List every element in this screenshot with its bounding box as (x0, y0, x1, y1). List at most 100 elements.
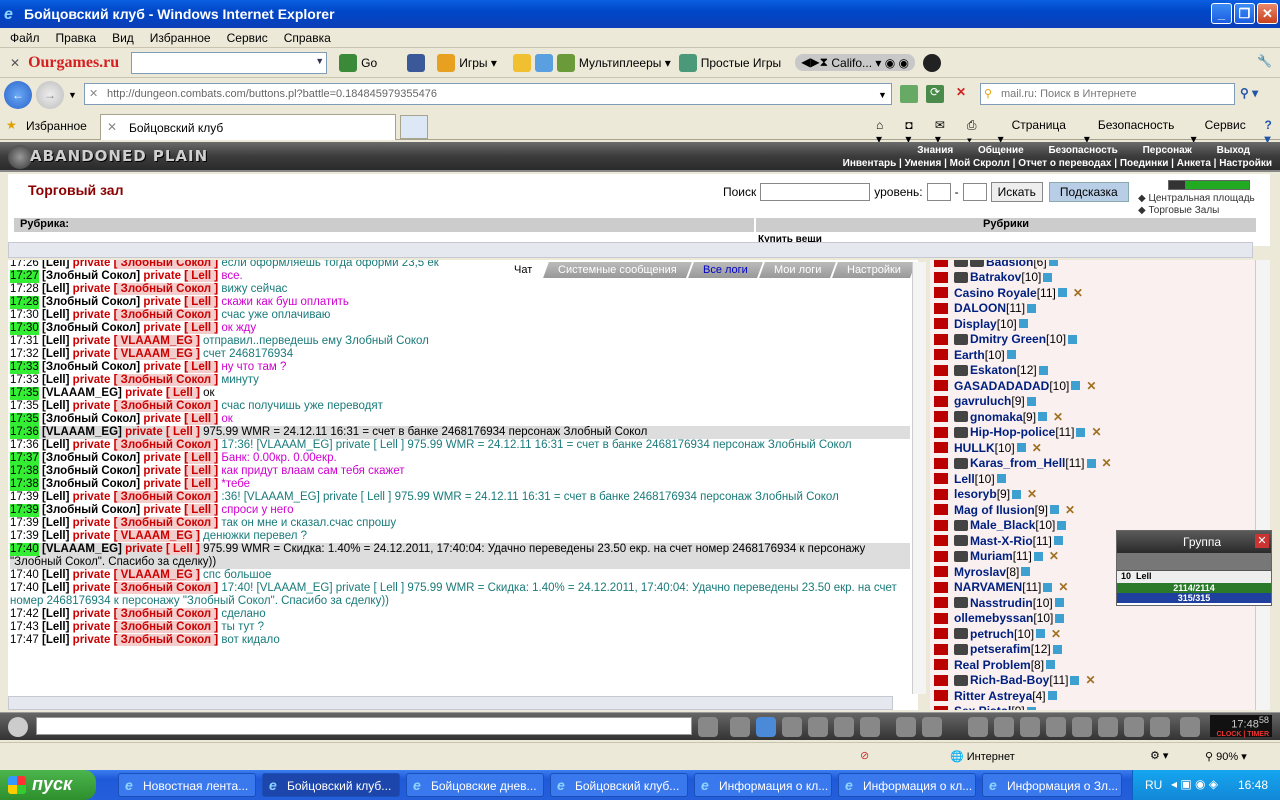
info-icon[interactable] (1086, 458, 1096, 468)
menu-help[interactable]: Справка (284, 31, 331, 45)
message-time[interactable]: 17:28 (10, 296, 39, 309)
battle-icon[interactable]: ✕ (1091, 425, 1101, 439)
popup-blocker-icon[interactable]: ⊘ (860, 749, 869, 762)
chat-scrollbar[interactable] (912, 262, 926, 694)
message-recipient[interactable]: [ Злобный Сокол ] (113, 439, 219, 451)
clan-emblem-icon[interactable] (954, 271, 968, 283)
player-row[interactable]: Eskaton [12] (930, 363, 1255, 379)
back-button[interactable]: ← (4, 81, 32, 109)
task-combats-active[interactable]: Бойцовский клуб... (262, 773, 400, 797)
private-message-icon[interactable] (934, 581, 948, 593)
message-time[interactable]: 17:40 (10, 543, 39, 556)
message-sender[interactable]: [Злобный Сокол] (42, 322, 140, 334)
info-icon[interactable] (1016, 443, 1026, 453)
player-name[interactable]: Ritter Astreya (954, 689, 1032, 703)
info-icon[interactable] (1027, 303, 1037, 313)
info-icon[interactable] (1026, 396, 1036, 406)
private-message-icon[interactable] (934, 260, 948, 268)
message-recipient[interactable]: [ Lell ] (165, 543, 200, 555)
message-recipient[interactable]: [ Злобный Сокол ] (113, 260, 219, 269)
info-icon[interactable] (1068, 334, 1078, 344)
message-sender[interactable]: [Lell] (42, 309, 69, 321)
search-button[interactable]: Искать (990, 182, 1043, 202)
private-message-icon[interactable] (934, 504, 948, 516)
message-recipient[interactable]: [ Злобный Сокол ] (113, 283, 219, 295)
player-row[interactable]: Display [10] (930, 316, 1255, 332)
clan-emblem-icon[interactable] (954, 364, 968, 376)
language-indicator[interactable]: RU (1145, 778, 1162, 792)
tray-icons[interactable]: ◂ ▣ ◉ ◈ (1171, 777, 1218, 791)
message-sender[interactable]: [Lell] (42, 621, 69, 633)
info-icon[interactable] (1038, 365, 1048, 375)
link-central-square[interactable]: Центральная площадь (1148, 193, 1254, 204)
multiplayer-button[interactable]: Мультиплееры ▾ (512, 53, 671, 72)
stop-icon[interactable]: ✕ (952, 85, 970, 103)
player-name[interactable]: Karas_from_Hell (970, 456, 1065, 470)
player-name[interactable]: Mast-X-Rio (970, 534, 1033, 548)
player-row[interactable]: Dmitry Green [10] (930, 332, 1255, 348)
media-player[interactable]: ◀▶⧗ Califo... ▾ ◉ ◉ (795, 54, 916, 71)
favorites-button[interactable]: Избранное (26, 119, 87, 133)
search-icon[interactable]: ⚲ ▾ (1240, 86, 1258, 100)
info-icon[interactable] (1071, 381, 1081, 391)
toolbar-search-input[interactable] (131, 51, 328, 74)
refresh-icon[interactable]: ⟳ (926, 85, 944, 103)
message-sender[interactable]: [Lell] (42, 491, 69, 503)
horizontal-scrollbar[interactable] (8, 242, 1253, 258)
games-button[interactable]: Игры ▾ (437, 53, 497, 72)
history-dropdown-icon[interactable]: ▼ (68, 90, 77, 100)
bottle-icon[interactable] (968, 717, 988, 737)
private-message-icon[interactable] (934, 395, 948, 407)
shield-icon[interactable] (1072, 717, 1092, 737)
message-recipient[interactable]: [ Lell ] (165, 387, 200, 399)
menu-view[interactable]: Вид (112, 31, 134, 45)
ourgames-logo[interactable]: Ourgames.ru (28, 54, 119, 72)
player-name[interactable]: Casino Royale (954, 286, 1037, 300)
message-sender[interactable]: [Злобный Сокол] (42, 413, 140, 425)
send-icon[interactable] (698, 717, 718, 737)
tab-all-logs[interactable]: Все логи (688, 262, 763, 278)
message-time[interactable]: 17:33 (10, 361, 39, 374)
tab-my-logs[interactable]: Мои логи (758, 262, 837, 278)
private-message-icon[interactable] (934, 426, 948, 438)
private-message-icon[interactable] (934, 705, 948, 710)
info-icon[interactable] (1026, 706, 1036, 710)
message-time[interactable]: 17:36 (10, 426, 39, 439)
tab-combats[interactable]: ✕ Бойцовский клуб (100, 114, 396, 140)
message-time[interactable]: 17:35 (10, 400, 39, 413)
message-time[interactable]: 17:28 (10, 283, 39, 296)
clan-emblem-icon[interactable] (954, 643, 968, 655)
group-member[interactable]: 10 Lell (1117, 571, 1271, 583)
clan-emblem-icon[interactable] (954, 260, 968, 268)
player-name[interactable]: Male_Black (970, 518, 1035, 532)
battle-icon[interactable]: ✕ (1049, 549, 1059, 563)
message-sender[interactable]: [Lell] (42, 260, 69, 269)
player-row[interactable]: Badsion [6] (930, 260, 1255, 270)
magic-icon[interactable] (1046, 717, 1066, 737)
clan-emblem-icon[interactable] (954, 628, 968, 640)
protected-mode-icon[interactable]: ⚙ ▾ (1150, 749, 1168, 762)
message-time[interactable]: 17:37 (10, 452, 39, 465)
info-icon[interactable] (1043, 272, 1053, 282)
message-time[interactable]: 17:26 (10, 260, 39, 270)
private-message-icon[interactable] (934, 380, 948, 392)
group-close-button[interactable]: ✕ (1255, 534, 1269, 548)
info-icon[interactable] (1006, 350, 1016, 360)
info-icon[interactable] (1070, 675, 1080, 685)
task-info-3[interactable]: Информация о Зл... (982, 773, 1122, 797)
battle-icon[interactable]: ✕ (1065, 503, 1075, 517)
player-row[interactable]: petruch [10] ✕ (930, 626, 1255, 642)
tab-system[interactable]: Системные сообщения (543, 262, 692, 278)
message-sender[interactable]: [VLAAAM_EG] (42, 426, 122, 438)
web-search-input[interactable]: ⚲ mail.ru: Поиск в Интернете (980, 83, 1235, 105)
player-row[interactable]: Hip-Hop-police [11] ✕ (930, 425, 1255, 441)
private-message-icon[interactable] (934, 597, 948, 609)
potion-icon[interactable] (994, 717, 1014, 737)
message-recipient[interactable]: [ Lell ] (184, 478, 219, 490)
private-message-icon[interactable] (934, 442, 948, 454)
private-message-icon[interactable] (934, 612, 948, 624)
message-recipient[interactable]: [ Злобный Сокол ] (113, 309, 219, 321)
sound-icon[interactable] (860, 717, 880, 737)
message-recipient[interactable]: [ Злобный Сокол ] (113, 608, 219, 620)
chat-input[interactable] (36, 717, 692, 735)
